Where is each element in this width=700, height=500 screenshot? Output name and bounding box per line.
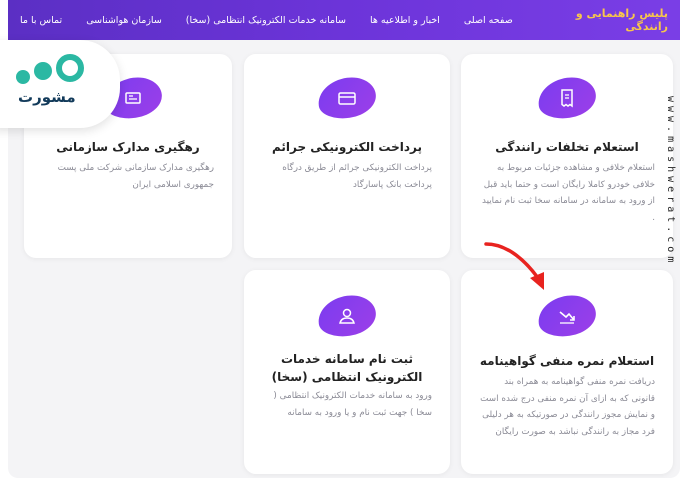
card-sakha-registration[interactable]: ثبت نام سامانه خدمات الکترونیک انتظامی (… <box>244 270 450 474</box>
logo-text: مشورت <box>18 88 76 106</box>
card-description: دریافت نمره منفی گواهینامه به همراه بند … <box>480 377 655 438</box>
card-fine-payment[interactable]: پرداخت الکترونیکی جرائم پرداخت الکترونیک… <box>244 54 450 258</box>
nav-news[interactable]: اخبار و اطلاعیه ها <box>370 15 440 26</box>
nav-weather[interactable]: سازمان هواشناسی <box>86 15 162 26</box>
card-icon-badge <box>315 292 379 340</box>
site-watermark: www.mashwerat.com <box>665 96 676 267</box>
logo-ring <box>56 54 84 82</box>
document-tracking-icon <box>125 92 141 104</box>
user-icon <box>339 308 355 324</box>
card-description: ورود به سامانه خدمات الکترونیک انتظامی (… <box>273 391 432 418</box>
card-description: استعلام خلافی و مشاهده جزئیات مربوط به خ… <box>481 163 655 224</box>
card-description: رهگیری مدارک سازمانی شرکت ملی پست جمهوری… <box>57 163 214 190</box>
nav-sakha[interactable]: سامانه خدمات الکترونیک انتظامی (سخا) <box>186 15 346 26</box>
nav-contact[interactable]: تماس با ما <box>20 15 62 26</box>
card-title: ثبت نام سامانه خدمات الکترونیک انتظامی (… <box>271 352 423 384</box>
card-violations-inquiry[interactable]: استعلام تخلفات رانندگی استعلام خلافی و م… <box>461 54 673 258</box>
card-title: استعلام تخلفات رانندگی <box>495 140 639 154</box>
annotation-arrow-icon <box>484 242 544 290</box>
card-title: رهگیری مدارک سازمانی <box>56 140 200 154</box>
top-navigation-bar: پلیس راهنمایی و رانندگی صفحه اصلی اخبار … <box>8 0 680 40</box>
logo-dot <box>16 70 30 84</box>
card-title: پرداخت الکترونیکی جرائم <box>271 140 423 154</box>
card-description: پرداخت الکترونیکی جرائم از طریق درگاه پر… <box>282 163 432 190</box>
credit-card-icon <box>338 92 356 105</box>
card-icon-badge <box>315 74 379 122</box>
nav-home[interactable]: صفحه اصلی <box>464 15 513 26</box>
card-title: استعلام نمره منفی گواهینامه <box>479 354 655 368</box>
brand-title[interactable]: پلیس راهنمایی و رانندگی <box>543 7 668 33</box>
card-license-points[interactable]: استعلام نمره منفی گواهینامه دریافت نمره … <box>461 270 673 474</box>
trend-down-icon <box>559 311 575 324</box>
card-icon-badge <box>535 292 599 340</box>
card-icon-badge <box>535 74 599 122</box>
logo-dot <box>34 62 52 80</box>
main-nav: صفحه اصلی اخبار و اطلاعیه ها سامانه خدما… <box>20 15 513 26</box>
receipt-icon <box>561 89 573 108</box>
site-logo[interactable]: مشورت <box>0 40 120 128</box>
